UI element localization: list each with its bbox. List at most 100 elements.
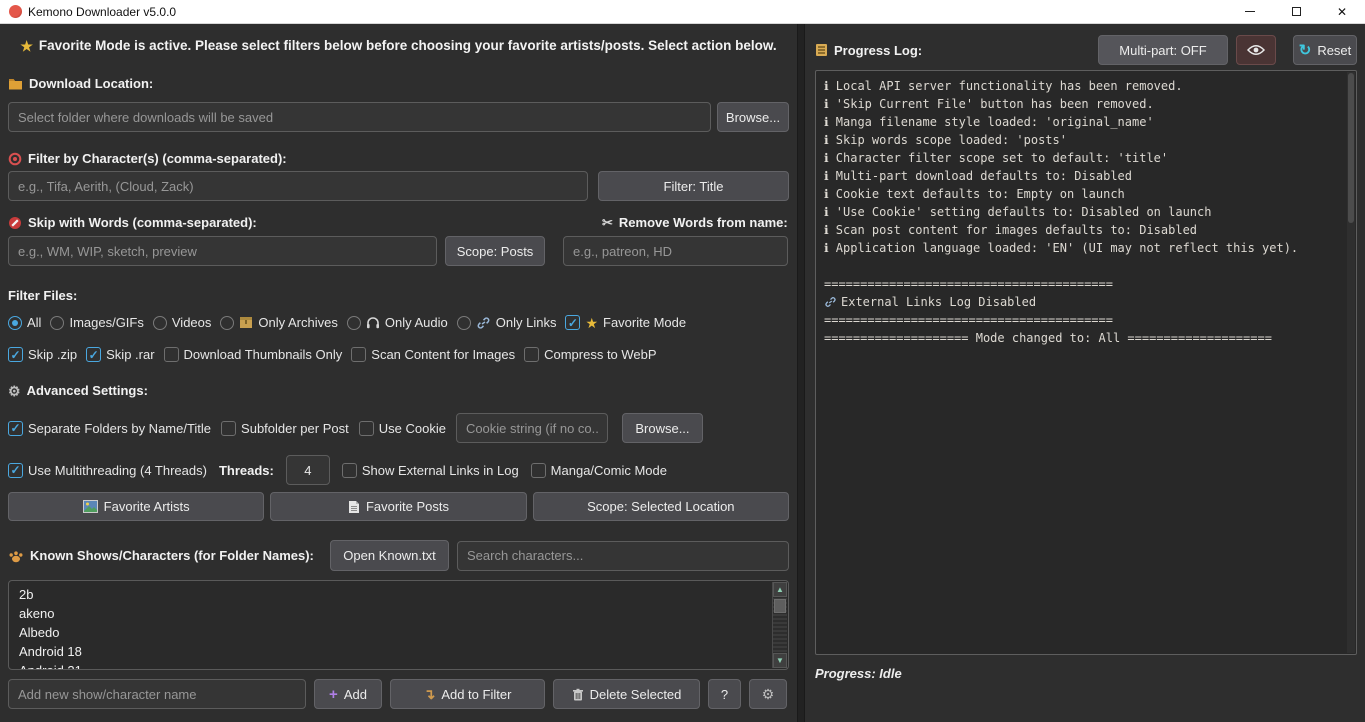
use-cookie-checkbox[interactable]: Use Cookie bbox=[359, 421, 446, 436]
list-item[interactable]: akeno bbox=[9, 604, 788, 623]
radio-only-archives[interactable]: Only Archives bbox=[220, 315, 337, 330]
trash-icon bbox=[572, 688, 584, 701]
remove-words-label-row: ✂ Remove Words from name: bbox=[602, 215, 788, 230]
minimize-button[interactable] bbox=[1227, 0, 1273, 23]
scope-selected-location-button[interactable]: Scope: Selected Location bbox=[533, 492, 789, 521]
link-icon bbox=[476, 316, 491, 330]
log-scrollbar-thumb[interactable] bbox=[1348, 73, 1354, 223]
add-button[interactable]: + Add bbox=[314, 679, 382, 709]
favorite-posts-button[interactable]: Favorite Posts bbox=[270, 492, 526, 521]
radio-label: Images/GIFs bbox=[69, 315, 143, 330]
search-characters-input[interactable] bbox=[457, 541, 789, 571]
log-panel: Progress Log: Multi-part: OFF ↻ Reset ℹ … bbox=[805, 24, 1365, 722]
checkbox-box bbox=[565, 315, 580, 330]
radio-label: Only Archives bbox=[258, 315, 337, 330]
add-character-input[interactable] bbox=[8, 679, 306, 709]
progress-log-label-row: Progress Log: bbox=[815, 43, 922, 58]
open-known-txt-button[interactable]: Open Known.txt bbox=[330, 540, 449, 571]
download-location-input[interactable] bbox=[8, 102, 711, 132]
log-line: ======================================== bbox=[824, 311, 1348, 329]
advanced-row-1: Separate Folders by Name/Title Subfolder… bbox=[8, 413, 789, 443]
skip-remove-labels-row: Skip with Words (comma-separated): ✂ Rem… bbox=[8, 215, 789, 230]
multithreading-checkbox[interactable]: Use Multithreading (4 Threads) bbox=[8, 463, 207, 478]
scroll-up-button[interactable]: ▲ bbox=[773, 582, 787, 597]
skip-zip-checkbox[interactable]: Skip .zip bbox=[8, 347, 77, 362]
skip-remove-inputs-row: Scope: Posts bbox=[8, 236, 789, 266]
skip-words-scope-button[interactable]: Scope: Posts bbox=[445, 236, 545, 266]
character-filter-row: Filter: Title bbox=[8, 171, 789, 201]
subfolder-per-post-checkbox[interactable]: Subfolder per Post bbox=[221, 421, 349, 436]
cookie-string-input[interactable] bbox=[456, 413, 608, 443]
list-item[interactable]: Albedo bbox=[9, 623, 788, 642]
add-to-filter-button[interactable]: ↴ Add to Filter bbox=[390, 679, 545, 709]
remove-words-input[interactable] bbox=[563, 236, 788, 266]
character-filter-label-row: Filter by Character(s) (comma-separated)… bbox=[8, 151, 789, 166]
radio-images-gifs[interactable]: Images/GIFs bbox=[50, 315, 143, 330]
checkbox-box bbox=[359, 421, 374, 436]
radio-only-links[interactable]: Only Links bbox=[457, 315, 557, 330]
browse-cookie-button[interactable]: Browse... bbox=[622, 413, 703, 443]
checkbox-box bbox=[8, 463, 23, 478]
scroll-down-icon: ▼ bbox=[776, 656, 784, 665]
favorite-artists-button[interactable]: Favorite Artists bbox=[8, 492, 264, 521]
radio-label: Videos bbox=[172, 315, 212, 330]
scrollbar-thumb[interactable] bbox=[774, 599, 786, 613]
skip-words-input[interactable] bbox=[8, 236, 437, 266]
settings-button[interactable]: ⚙ bbox=[749, 679, 787, 709]
advanced-row-2: Use Multithreading (4 Threads) Threads: … bbox=[8, 455, 789, 485]
maximize-icon bbox=[1292, 7, 1301, 16]
window-controls: ✕ bbox=[1227, 0, 1365, 23]
list-item[interactable]: Android 21 bbox=[9, 661, 788, 670]
checkbox-label: Subfolder per Post bbox=[241, 421, 349, 436]
list-item[interactable]: 2b bbox=[9, 585, 788, 604]
close-button[interactable]: ✕ bbox=[1319, 0, 1365, 23]
download-location-row: Browse... bbox=[8, 102, 789, 132]
separate-folders-checkbox[interactable]: Separate Folders by Name/Title bbox=[8, 421, 211, 436]
character-filter-input[interactable] bbox=[8, 171, 588, 201]
scan-content-checkbox[interactable]: Scan Content for Images bbox=[351, 347, 515, 362]
scroll-down-button[interactable]: ▼ bbox=[773, 653, 787, 668]
compress-webp-checkbox[interactable]: Compress to WebP bbox=[524, 347, 656, 362]
character-actions-row: + Add ↴ Add to Filter Delete Selected ? … bbox=[8, 679, 789, 709]
star-icon: ★ bbox=[585, 316, 598, 330]
multipart-toggle-button[interactable]: Multi-part: OFF bbox=[1098, 35, 1228, 65]
checkbox-box bbox=[351, 347, 366, 362]
download-thumbnails-checkbox[interactable]: Download Thumbnails Only bbox=[164, 347, 343, 362]
threads-input[interactable] bbox=[286, 455, 330, 485]
headphones-icon bbox=[366, 316, 380, 329]
show-external-links-checkbox[interactable]: Show External Links in Log bbox=[342, 463, 519, 478]
download-location-label-row: Download Location: bbox=[8, 76, 789, 91]
maximize-button[interactable] bbox=[1273, 0, 1319, 23]
checkbox-box bbox=[524, 347, 539, 362]
favorite-mode-checkbox[interactable]: ★ Favorite Mode bbox=[565, 315, 686, 330]
delete-selected-button[interactable]: Delete Selected bbox=[553, 679, 700, 709]
panel-splitter[interactable] bbox=[797, 24, 805, 722]
radio-videos[interactable]: Videos bbox=[153, 315, 212, 330]
button-label: Add to Filter bbox=[441, 687, 511, 702]
main-panel: ★ Favorite Mode is active. Please select… bbox=[0, 24, 797, 722]
log-scrollbar[interactable] bbox=[1347, 72, 1355, 653]
paw-icon bbox=[8, 549, 24, 563]
button-label: Reset bbox=[1317, 43, 1351, 58]
character-filter-label: Filter by Character(s) (comma-separated)… bbox=[28, 151, 287, 166]
help-button[interactable]: ? bbox=[708, 679, 741, 709]
manga-comic-mode-checkbox[interactable]: Manga/Comic Mode bbox=[531, 463, 667, 478]
eye-button[interactable] bbox=[1236, 35, 1276, 65]
list-scrollbar[interactable]: ▲ ▼ bbox=[772, 582, 787, 668]
button-label: Favorite Posts bbox=[366, 499, 449, 514]
remove-words-label: Remove Words from name: bbox=[619, 215, 788, 230]
progress-log-output[interactable]: ℹ Local API server functionality has bee… bbox=[815, 70, 1357, 655]
target-icon bbox=[8, 152, 22, 166]
radio-all[interactable]: All bbox=[8, 315, 41, 330]
radio-dot bbox=[50, 316, 64, 330]
advanced-settings-label-row: ⚙ Advanced Settings: bbox=[8, 383, 789, 398]
character-filter-scope-button[interactable]: Filter: Title bbox=[598, 171, 789, 201]
star-icon: ★ bbox=[20, 39, 33, 53]
radio-only-audio[interactable]: Only Audio bbox=[347, 315, 448, 330]
browse-download-button[interactable]: Browse... bbox=[717, 102, 789, 132]
known-characters-row: Known Shows/Characters (for Folder Names… bbox=[8, 540, 789, 571]
skip-rar-checkbox[interactable]: Skip .rar bbox=[86, 347, 154, 362]
log-line: ℹ Cookie text defaults to: Empty on laun… bbox=[824, 185, 1348, 203]
list-item[interactable]: Android 18 bbox=[9, 642, 788, 661]
reset-button[interactable]: ↻ Reset bbox=[1293, 35, 1357, 65]
